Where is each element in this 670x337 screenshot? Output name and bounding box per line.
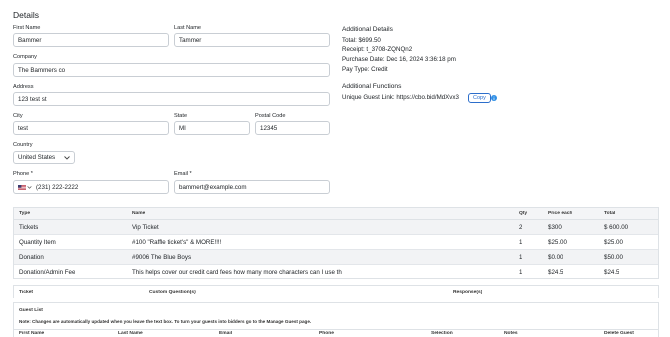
us-flag-icon — [18, 184, 26, 190]
country-label: Country — [13, 142, 33, 148]
cell-total: $ 600.00 — [604, 223, 629, 231]
phone-field[interactable]: (231) 222-2222 — [13, 180, 169, 194]
purchase-date-text: Purchase Date: Dec 16, 2024 3:36:18 pm — [342, 56, 456, 63]
page-title: Details — [13, 10, 39, 20]
cell-name: #9006 The Blue Boys — [132, 253, 192, 261]
cell-price: $0.00 — [548, 253, 564, 261]
header-custom-questions: Custom Question(s) — [149, 289, 196, 295]
last-name-field[interactable]: Tammer — [174, 33, 330, 47]
first-name-field[interactable]: Bammer — [13, 33, 169, 47]
guest-header-first-name: First Name — [19, 331, 45, 336]
questions-table: Ticket Custom Question(s) Response(s) — [13, 285, 659, 298]
cell-total: $24.5 — [604, 269, 620, 276]
cell-type: Tickets — [19, 223, 39, 231]
cell-price: $300 — [548, 223, 562, 231]
last-name-label: Last Name — [174, 25, 202, 31]
cell-qty: 1 — [519, 253, 523, 261]
cell-price: $25.00 — [548, 238, 567, 246]
items-table-header: Type Name Qty Price each Total — [14, 208, 658, 220]
cell-name: Vip Ticket — [132, 223, 159, 231]
first-name-label: First Name — [13, 25, 41, 31]
address-field[interactable]: 123 test st — [13, 92, 330, 106]
chevron-down-icon — [64, 155, 70, 160]
cell-name: This helps cover our credit card fees ho… — [132, 269, 342, 276]
total-text: Total: $699.50 — [342, 37, 381, 44]
guest-link-text: Unique Guest Link: https://cbo.bid/MdXvx… — [342, 94, 459, 101]
company-label: Company — [13, 54, 37, 60]
guest-header-delete: Delete Guest — [604, 331, 634, 336]
header-ticket: Ticket — [19, 289, 34, 295]
cell-type: Donation/Admin Fee — [19, 269, 76, 276]
guest-header-email: Email — [219, 331, 233, 336]
address-label: Address — [13, 84, 34, 90]
header-name: Name — [132, 211, 146, 216]
table-row: Tickets Vip Ticket 2 $300 $ 600.00 — [14, 220, 658, 235]
cell-price: $24.5 — [548, 269, 564, 276]
table-row: Quantity Item #100 "Raffle ticket's" & M… — [14, 235, 658, 250]
questions-table-header: Ticket Custom Question(s) Response(s) — [14, 286, 658, 298]
company-field[interactable]: The Bammers co — [13, 63, 330, 77]
header-responses: Response(s) — [453, 289, 483, 295]
email-field[interactable]: bammert@example.com — [174, 180, 330, 194]
header-total: Total — [604, 211, 616, 216]
table-row: Donation #9006 The Blue Boys 1 $0.00 $50… — [14, 250, 658, 265]
chevron-down-icon — [27, 185, 32, 189]
cell-total: $25.00 — [604, 238, 623, 246]
state-field[interactable]: MI — [174, 121, 250, 135]
phone-value: (231) 222-2222 — [36, 183, 79, 191]
cell-name: #100 "Raffle ticket's" & MORE!!!! — [132, 238, 222, 246]
city-label: City — [13, 113, 23, 119]
postal-label: Postal Code — [255, 113, 286, 119]
country-select[interactable]: United States — [13, 151, 75, 164]
items-table: Type Name Qty Price each Total Tickets V… — [13, 207, 659, 279]
guest-header-notes: Notes — [504, 331, 518, 336]
cell-qty: 2 — [519, 223, 523, 231]
country-value: United States — [18, 154, 56, 161]
email-label: Email * — [174, 171, 192, 177]
copy-button[interactable]: Copy — [468, 93, 491, 103]
additional-functions-heading: Additional Functions — [342, 83, 402, 90]
phone-label: Phone * — [13, 171, 33, 177]
table-row: Donation/Admin Fee This helps cover our … — [14, 265, 658, 280]
header-type: Type — [19, 211, 31, 216]
guest-list-note: Note: Changes are automatically updated … — [19, 319, 312, 324]
additional-details-heading: Additional Details — [342, 26, 393, 33]
header-qty: Qty — [519, 211, 528, 216]
guest-header-last-name: Last Name — [118, 331, 143, 336]
cell-total: $50.00 — [604, 253, 623, 261]
pay-type-text: Pay Type: Credit — [342, 66, 388, 73]
state-label: State — [174, 113, 188, 119]
guest-header-phone: Phone — [319, 331, 334, 336]
guest-list-panel: Guest List Note: Changes are automatical… — [13, 302, 659, 337]
receipt-text: Receipt: t_3708-ZQNQn2 — [342, 46, 413, 53]
cell-qty: 1 — [519, 238, 523, 246]
cell-type: Donation — [19, 253, 44, 261]
guest-list-heading: Guest List — [19, 308, 43, 313]
cell-qty: 1 — [519, 269, 523, 276]
divider — [14, 329, 658, 330]
info-icon[interactable]: i — [491, 95, 497, 101]
header-price-each: Price each — [548, 211, 573, 216]
city-field[interactable]: test — [13, 121, 169, 135]
guest-header-selection: Selection — [431, 331, 453, 336]
postal-field[interactable]: 12345 — [255, 121, 330, 135]
cell-type: Quantity Item — [19, 238, 56, 246]
